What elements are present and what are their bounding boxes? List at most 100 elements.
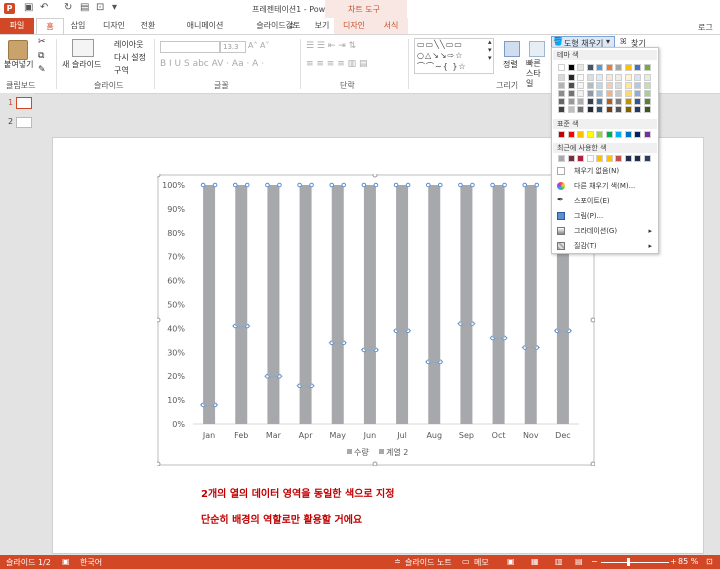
language-indicator[interactable]: 한국어 bbox=[80, 557, 102, 568]
theme-shade-swatch[interactable] bbox=[643, 82, 651, 89]
recent-color-swatch[interactable] bbox=[624, 155, 632, 162]
theme-shade-swatch[interactable] bbox=[605, 90, 613, 97]
standard-color-swatch[interactable] bbox=[567, 131, 575, 138]
theme-shade-swatch[interactable] bbox=[605, 98, 613, 105]
theme-shade-swatch[interactable] bbox=[643, 74, 651, 81]
theme-shade-swatch[interactable] bbox=[577, 106, 584, 113]
theme-shade-swatch[interactable] bbox=[558, 82, 565, 89]
theme-shade-swatch[interactable] bbox=[624, 90, 632, 97]
theme-shade-swatch[interactable] bbox=[596, 74, 603, 81]
notes-button[interactable]: 슬라이드 노트 bbox=[405, 557, 452, 568]
format-painter-icon[interactable]: ✎ bbox=[38, 65, 46, 75]
theme-shade-swatch[interactable] bbox=[624, 82, 632, 89]
theme-shade-swatch[interactable] bbox=[567, 98, 575, 105]
theme-shade-swatch[interactable] bbox=[558, 98, 565, 105]
theme-shade-swatch[interactable] bbox=[596, 98, 603, 105]
recent-color-swatch[interactable] bbox=[567, 155, 575, 162]
theme-color-swatch[interactable] bbox=[558, 64, 565, 71]
arrange-icon[interactable] bbox=[504, 41, 520, 57]
theme-shade-swatch[interactable] bbox=[624, 74, 632, 81]
theme-shade-swatch[interactable] bbox=[634, 74, 641, 81]
new-slide-icon[interactable] bbox=[72, 39, 94, 57]
standard-color-swatch[interactable] bbox=[615, 131, 622, 138]
slide-sorter-icon[interactable]: ▦ bbox=[531, 557, 539, 566]
zoom-level[interactable]: 85 % bbox=[678, 557, 698, 566]
theme-shade-swatch[interactable] bbox=[577, 74, 584, 81]
cut-icon[interactable]: ✂ bbox=[38, 37, 46, 47]
standard-color-swatch[interactable] bbox=[586, 131, 594, 138]
paste-icon[interactable] bbox=[8, 40, 28, 60]
theme-shade-swatch[interactable] bbox=[596, 90, 603, 97]
theme-shade-swatch[interactable] bbox=[586, 90, 594, 97]
theme-color-swatch[interactable] bbox=[615, 64, 622, 71]
signin-link[interactable]: 로그 bbox=[698, 22, 713, 33]
quick-styles-icon[interactable] bbox=[529, 41, 545, 57]
theme-shade-swatch[interactable] bbox=[615, 82, 622, 89]
qat-dropdown-icon[interactable]: ▾ bbox=[112, 2, 117, 13]
recent-color-swatch[interactable] bbox=[577, 155, 584, 162]
find-icon[interactable]: ꕤ bbox=[620, 37, 627, 47]
theme-shade-swatch[interactable] bbox=[558, 106, 565, 113]
comments-button[interactable]: 메모 bbox=[474, 557, 489, 568]
theme-shade-swatch[interactable] bbox=[567, 74, 575, 81]
slideshow-icon[interactable]: ▤ bbox=[575, 557, 583, 566]
reset-button[interactable]: 다시 설정 bbox=[114, 52, 146, 63]
theme-shade-swatch[interactable] bbox=[567, 90, 575, 97]
normal-view-icon[interactable]: ▣ bbox=[507, 557, 515, 566]
bullets-icon[interactable]: ☰ ☰ ⇤ ⇥ ⇅ bbox=[306, 41, 356, 51]
tab-insert[interactable]: 삽입 bbox=[64, 18, 92, 34]
texture-option[interactable]: 질감(T) ▸ bbox=[554, 240, 656, 252]
tab-transitions[interactable]: 전환 bbox=[134, 18, 162, 34]
theme-color-swatch[interactable] bbox=[605, 64, 613, 71]
theme-color-swatch[interactable] bbox=[634, 64, 641, 71]
theme-shade-swatch[interactable] bbox=[615, 98, 622, 105]
theme-shade-swatch[interactable] bbox=[586, 74, 594, 81]
theme-shade-swatch[interactable] bbox=[643, 106, 651, 113]
recent-color-swatch[interactable] bbox=[586, 155, 594, 162]
theme-shade-swatch[interactable] bbox=[615, 106, 622, 113]
theme-color-swatch[interactable] bbox=[567, 64, 575, 71]
theme-shade-swatch[interactable] bbox=[577, 82, 584, 89]
tab-file[interactable]: 파일 bbox=[0, 18, 34, 34]
layout-button[interactable]: 레이아웃 bbox=[114, 39, 143, 50]
paste-button[interactable]: 붙여넣기 bbox=[4, 59, 33, 70]
theme-shade-swatch[interactable] bbox=[643, 98, 651, 105]
standard-color-swatch[interactable] bbox=[558, 131, 565, 138]
theme-shade-swatch[interactable] bbox=[615, 74, 622, 81]
zoom-slider-thumb[interactable] bbox=[627, 558, 630, 566]
font-style-icons[interactable]: B I U S abc AV · Aa · A · bbox=[160, 59, 264, 69]
standard-color-swatch[interactable] bbox=[643, 131, 651, 138]
qat-more-icon[interactable]: ⊡ bbox=[96, 2, 104, 13]
tab-design[interactable]: 디자인 bbox=[98, 18, 130, 34]
quick-styles-button[interactable]: 빠른 스타일 bbox=[526, 59, 548, 89]
section-button[interactable]: 구역 bbox=[114, 65, 129, 76]
no-fill-option[interactable]: 채우기 없음(N) bbox=[554, 165, 656, 177]
recent-color-swatch[interactable] bbox=[643, 155, 651, 162]
theme-color-swatch[interactable] bbox=[577, 64, 584, 71]
tab-chart-format[interactable]: 서식 bbox=[374, 18, 408, 34]
recent-color-swatch[interactable] bbox=[605, 155, 613, 162]
theme-shade-swatch[interactable] bbox=[586, 82, 594, 89]
arrange-button[interactable]: 정렬 bbox=[503, 59, 518, 70]
zoom-in-icon[interactable]: + bbox=[670, 557, 677, 566]
theme-color-swatch[interactable] bbox=[624, 64, 632, 71]
standard-color-swatch[interactable] bbox=[634, 131, 641, 138]
tab-chart-design[interactable]: 디자인 bbox=[334, 18, 374, 34]
gallery-scroll-icon[interactable]: ▴ ▾ ▾ bbox=[488, 38, 492, 62]
tab-home[interactable]: 홈 bbox=[36, 18, 64, 35]
theme-shade-swatch[interactable] bbox=[615, 90, 622, 97]
more-colors-option[interactable]: 다른 채우기 색(M)... bbox=[554, 180, 656, 192]
picture-option[interactable]: 그림(P)... bbox=[554, 210, 656, 222]
zoom-slider[interactable] bbox=[601, 562, 669, 563]
recent-color-swatch[interactable] bbox=[558, 155, 565, 162]
theme-shade-swatch[interactable] bbox=[605, 74, 613, 81]
shape-fill-dropdown-icon[interactable]: ▾ bbox=[606, 37, 610, 46]
fit-window-icon[interactable]: ⊡ bbox=[706, 557, 713, 566]
theme-shade-swatch[interactable] bbox=[558, 90, 565, 97]
redo-icon[interactable]: ↻ bbox=[64, 2, 72, 13]
standard-color-swatch[interactable] bbox=[577, 131, 584, 138]
theme-shade-swatch[interactable] bbox=[605, 82, 613, 89]
recent-color-swatch[interactable] bbox=[596, 155, 603, 162]
theme-shade-swatch[interactable] bbox=[634, 90, 641, 97]
slide-thumbnail-2[interactable] bbox=[16, 117, 32, 128]
